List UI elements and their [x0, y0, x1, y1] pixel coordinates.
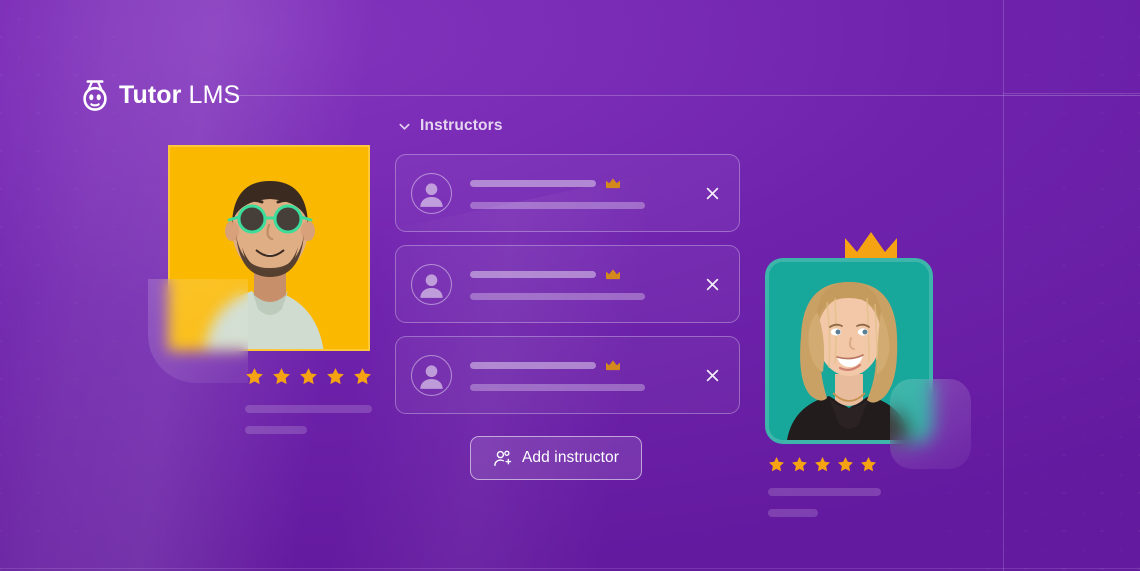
instructor-meta-placeholder [470, 202, 645, 209]
instructor-placeholder-lines [470, 268, 693, 300]
crown-badge-icon [605, 268, 621, 280]
brand-name-light: LMS [181, 80, 241, 109]
table-row[interactable] [395, 245, 740, 323]
chevron-down-icon[interactable] [398, 120, 411, 133]
crown-badge-icon [605, 359, 621, 371]
page-title: Instructors [420, 117, 503, 134]
instructor-name-placeholder [470, 179, 596, 187]
brand-logo[interactable]: Tutor LMS [80, 78, 240, 112]
brand-name-bold: Tutor [119, 80, 182, 109]
star-filled-icon [353, 367, 372, 386]
star-filled-icon [299, 367, 318, 386]
star-filled-icon [791, 456, 808, 473]
star-filled-icon [768, 456, 785, 473]
add-person-icon [493, 449, 512, 468]
instructor-meta-placeholder [470, 293, 645, 300]
header-divider-rule [228, 95, 1140, 96]
star-filled-icon [272, 367, 291, 386]
star-filled-icon [245, 367, 264, 386]
instructor-placeholder-lines [470, 177, 693, 209]
star-filled-icon [837, 456, 854, 473]
left-subtitle-placeholder [245, 426, 307, 434]
close-icon[interactable] [699, 180, 725, 206]
left-rating-stars [245, 367, 372, 386]
close-icon[interactable] [699, 362, 725, 388]
instructor-placeholder-lines [470, 359, 693, 391]
star-filled-icon [860, 456, 877, 473]
instructors-panel-header[interactable]: Instructors [395, 112, 740, 140]
star-filled-icon [326, 367, 345, 386]
tutor-owl-logo-icon [80, 79, 110, 111]
star-filled-icon [814, 456, 831, 473]
user-avatar-icon [411, 172, 452, 214]
table-row[interactable] [395, 336, 740, 414]
crown-badge-icon [605, 177, 621, 189]
instructor-name-placeholder [470, 270, 596, 278]
left-name-placeholder [245, 405, 372, 413]
decorative-glass-shape-left [148, 279, 248, 383]
instructor-name-placeholder [470, 361, 596, 369]
brand-name: Tutor LMS [119, 80, 241, 109]
close-icon[interactable] [699, 271, 725, 297]
decorative-glass-shape-right [890, 379, 971, 469]
table-row[interactable] [395, 154, 740, 232]
user-avatar-icon [411, 263, 452, 305]
promo-banner: Tutor LMS Instructors Add instructor [0, 0, 1140, 571]
right-rating-stars [768, 456, 877, 473]
add-instructor-button[interactable]: Add instructor [470, 436, 642, 480]
instructors-panel: Instructors [395, 112, 740, 427]
right-subtitle-placeholder [768, 509, 818, 517]
grid-line-bottom [0, 568, 1140, 569]
grid-line-horizontal [1003, 93, 1140, 94]
user-avatar-icon [411, 354, 452, 396]
instructor-meta-placeholder [470, 384, 645, 391]
right-name-placeholder [768, 488, 881, 496]
add-instructor-label: Add instructor [521, 449, 620, 466]
grid-line-vertical [1003, 0, 1004, 571]
